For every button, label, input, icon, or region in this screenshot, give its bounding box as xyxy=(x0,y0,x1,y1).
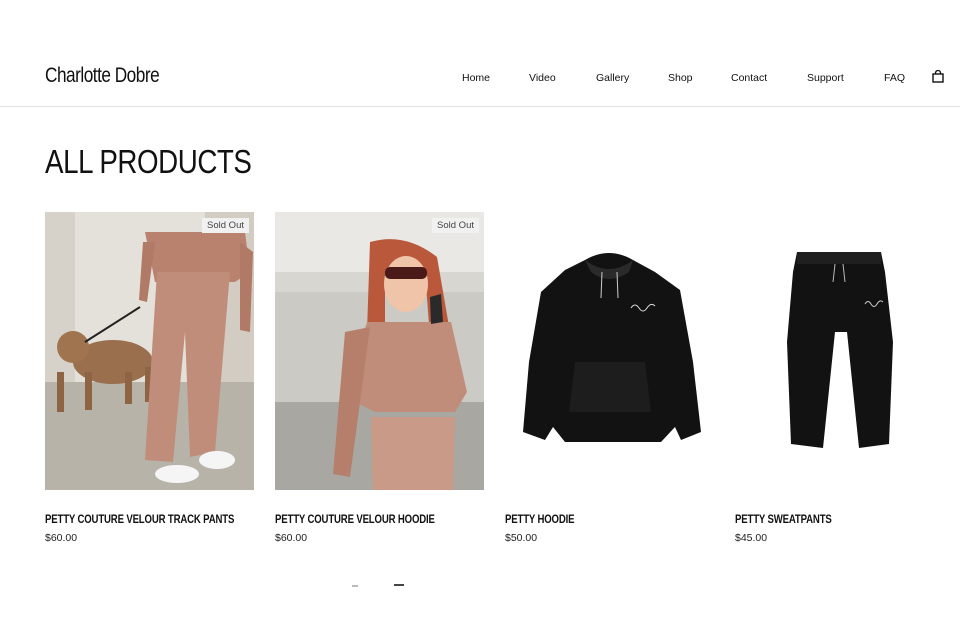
sold-out-badge: Sold Out xyxy=(432,218,479,233)
product-price: $60.00 xyxy=(45,532,78,544)
site-header: Charlotte Dobre Home Video Gallery Shop … xyxy=(0,0,960,107)
brand-logo[interactable]: Charlotte Dobre xyxy=(45,64,160,88)
product-image[interactable]: Sold Out xyxy=(275,212,484,490)
product-image[interactable]: Sold Out xyxy=(45,212,254,490)
nav-support[interactable]: Support xyxy=(807,72,844,84)
product-image[interactable] xyxy=(505,212,714,490)
product-price: $45.00 xyxy=(735,532,768,544)
nav-shop[interactable]: Shop xyxy=(668,72,693,84)
product-price: $60.00 xyxy=(275,532,308,544)
nav-faq[interactable]: FAQ xyxy=(884,72,905,84)
product-card[interactable]: PETTY SWEATPANTS $45.00 xyxy=(735,212,944,544)
product-name[interactable]: PETTY HOODIE xyxy=(505,512,575,526)
sold-out-badge: Sold Out xyxy=(202,218,249,233)
product-name[interactable]: PETTY COUTURE VELOUR HOODIE xyxy=(275,512,435,526)
product-card[interactable]: Sold Out PETTY COUTURE VELOUR TRACK PANT… xyxy=(45,212,254,544)
product-image[interactable] xyxy=(735,212,944,490)
nav-home[interactable]: Home xyxy=(462,72,490,84)
nav-video[interactable]: Video xyxy=(529,72,556,84)
product-name[interactable]: PETTY COUTURE VELOUR TRACK PANTS xyxy=(45,512,234,526)
nav-contact[interactable]: Contact xyxy=(731,72,767,84)
product-price: $50.00 xyxy=(505,532,538,544)
product-name[interactable]: PETTY SWEATPANTS xyxy=(735,512,832,526)
product-card[interactable]: Sold Out PETTY COUTURE VELOUR HOODIE $60… xyxy=(275,212,484,544)
product-card[interactable]: PETTY HOODIE $50.00 xyxy=(505,212,714,544)
shopping-bag-icon[interactable] xyxy=(932,70,944,83)
page-title: ALL PRODUCTS xyxy=(45,143,252,180)
partial-content-fragment xyxy=(352,584,404,587)
nav-gallery[interactable]: Gallery xyxy=(596,72,629,84)
